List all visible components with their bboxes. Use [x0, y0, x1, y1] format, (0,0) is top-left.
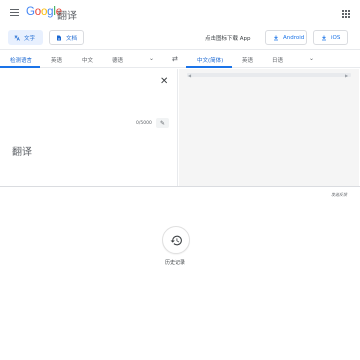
- hamburger-icon[interactable]: [10, 9, 19, 17]
- text-mode-label: 文字: [24, 35, 36, 42]
- horizontal-scrollbar[interactable]: [187, 73, 351, 77]
- swap-languages-icon[interactable]: ⇄: [172, 55, 178, 63]
- document-icon: [57, 35, 61, 40]
- android-label: Android: [283, 34, 305, 41]
- top-bar: Google 翻译: [0, 0, 360, 27]
- android-app-button[interactable]: Android: [265, 30, 307, 45]
- translate-icon: [14, 35, 20, 41]
- close-icon[interactable]: ✕: [160, 77, 168, 87]
- source-active-indicator: [0, 66, 40, 68]
- target-lang-chinese-simplified[interactable]: 中文(简体): [197, 56, 223, 64]
- google-translate-page: Google 翻译 文字 文档 点击图标下载 App Android iOS 检…: [0, 0, 360, 360]
- history-icon: [170, 235, 182, 245]
- download-icon: [274, 35, 278, 40]
- target-lang-english[interactable]: 英语: [242, 56, 253, 64]
- chevron-down-icon[interactable]: ⌄: [309, 55, 314, 62]
- language-bar: 检测语言 英语 中文 德语 ⌄ ⇄ 中文(简体) 英语 日语 ⌄: [0, 49, 360, 68]
- target-lang-japanese[interactable]: 日语: [272, 56, 283, 64]
- ios-label: iOS: [331, 34, 341, 41]
- document-mode-label: 文档: [66, 35, 78, 42]
- char-count: 0/5000: [136, 121, 152, 126]
- apps-grid-icon[interactable]: [342, 10, 350, 18]
- document-mode-button[interactable]: 文档: [49, 30, 84, 45]
- history-button[interactable]: [162, 226, 190, 254]
- target-active-indicator: [186, 66, 232, 68]
- source-placeholder[interactable]: 翻译: [12, 143, 32, 158]
- chevron-down-icon[interactable]: ⌄: [149, 55, 154, 62]
- logo-letter: G: [26, 6, 35, 18]
- app-download-promo: 点击图标下载 App: [205, 36, 251, 42]
- pencil-icon: ✎: [159, 119, 166, 127]
- history-label: 历史记录: [165, 260, 186, 266]
- scroll-left-icon[interactable]: ◀: [188, 73, 191, 78]
- product-name: 翻译: [57, 11, 77, 22]
- ios-app-button[interactable]: iOS: [313, 30, 348, 45]
- source-lang-german[interactable]: 德语: [112, 56, 123, 64]
- handwriting-button[interactable]: ✎: [156, 118, 169, 128]
- source-lang-english[interactable]: 英语: [51, 56, 62, 64]
- download-icon: [322, 35, 326, 40]
- send-feedback-link[interactable]: 发送反馈: [331, 192, 347, 198]
- source-text-panel[interactable]: ✕ 0/5000 ✎ 翻译: [0, 69, 178, 187]
- panel-divider: [0, 186, 360, 187]
- source-lang-detect[interactable]: 检测语言: [10, 56, 32, 64]
- text-mode-button[interactable]: 文字: [8, 30, 43, 45]
- target-text-panel: ◀ ▶: [179, 69, 359, 187]
- scroll-right-icon[interactable]: ▶: [345, 73, 348, 78]
- source-lang-chinese[interactable]: 中文: [82, 56, 93, 64]
